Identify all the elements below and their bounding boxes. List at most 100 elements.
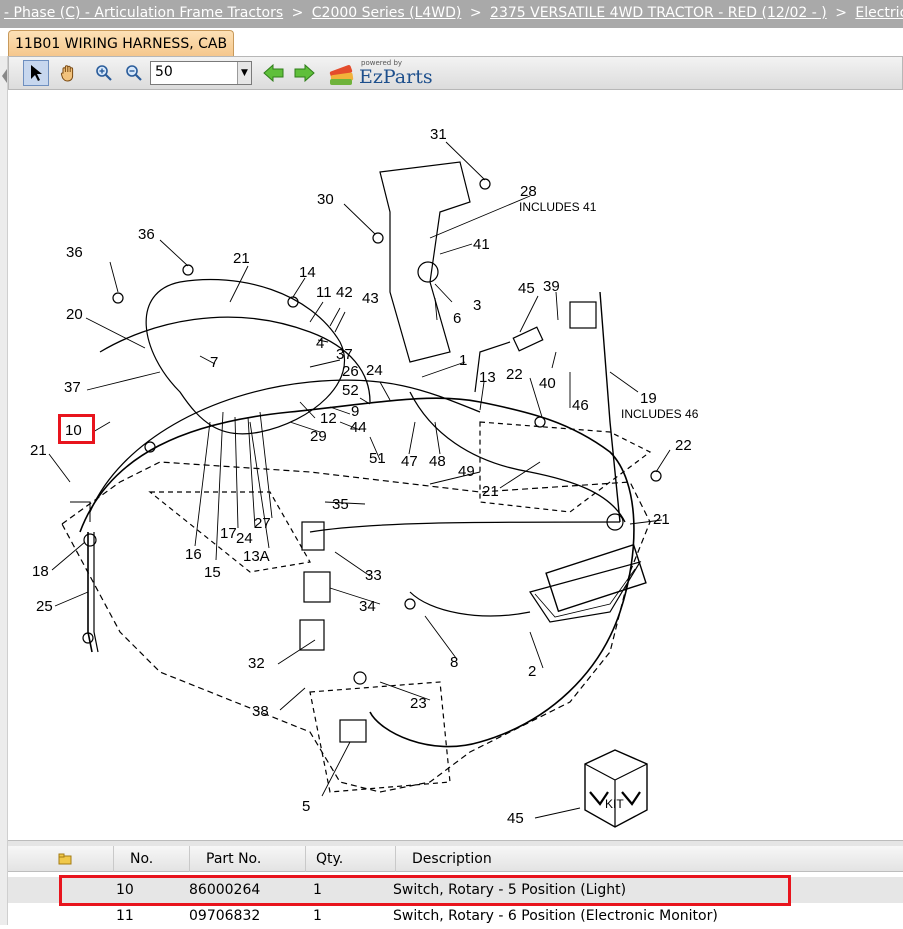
callout-51[interactable]: 51 xyxy=(369,450,386,467)
callout-21-right[interactable]: 21 xyxy=(653,511,670,528)
callout-note-includes-46: INCLUDES 46 xyxy=(621,407,699,421)
column-header-part-no[interactable]: Part No. xyxy=(190,846,306,872)
callout-15[interactable]: 15 xyxy=(204,564,221,581)
callout-30[interactable]: 30 xyxy=(317,191,334,208)
callout-45-kit[interactable]: 45 xyxy=(507,810,524,827)
callout-40[interactable]: 40 xyxy=(539,375,556,392)
callout-39[interactable]: 39 xyxy=(543,278,560,295)
zoom-level-select[interactable]: 50 ▼ xyxy=(150,61,252,85)
callout-41[interactable]: 41 xyxy=(473,236,490,253)
callout-16[interactable]: 16 xyxy=(185,546,202,563)
zoom-out-button[interactable] xyxy=(121,60,147,86)
callout-21-left[interactable]: 21 xyxy=(30,442,47,459)
column-icon-header[interactable] xyxy=(8,846,114,872)
callout-8[interactable]: 8 xyxy=(450,654,458,671)
parts-table: No. Part No. Qty. Description 10 8600026… xyxy=(8,846,903,925)
callout-24-lower[interactable]: 24 xyxy=(236,530,253,547)
breadcrumb-item-model[interactable]: 2375 VERSATILE 4WD TRACTOR - RED (12/02 … xyxy=(490,5,827,21)
parts-diagram[interactable]: KIT 31 28 INCLUDES 41 30 41 36 36 3 21 1… xyxy=(10,92,903,840)
callout-22-right[interactable]: 22 xyxy=(675,437,692,454)
callout-34[interactable]: 34 xyxy=(359,598,376,615)
breadcrumb-item-series[interactable]: C2000 Series (L4WD) xyxy=(312,5,462,21)
callout-31[interactable]: 31 xyxy=(430,126,447,143)
callout-49[interactable]: 49 xyxy=(458,463,475,480)
pan-tool-button[interactable] xyxy=(55,60,81,86)
callout-14[interactable]: 14 xyxy=(299,264,316,281)
callout-17[interactable]: 17 xyxy=(220,525,237,542)
callout-48[interactable]: 48 xyxy=(429,453,446,470)
callout-26[interactable]: 26 xyxy=(342,363,359,380)
callout-18[interactable]: 18 xyxy=(32,563,49,580)
table-row[interactable]: 11 09706832 1 Switch, Rotary - 6 Positio… xyxy=(8,903,903,929)
callout-24[interactable]: 24 xyxy=(366,362,383,379)
callout-37[interactable]: 37 xyxy=(336,346,353,363)
ezparts-name: EzParts xyxy=(359,66,433,88)
callout-35[interactable]: 35 xyxy=(332,496,349,513)
folder-icon xyxy=(58,853,72,865)
parts-table-header: No. Part No. Qty. Description xyxy=(8,846,903,872)
column-header-description[interactable]: Description xyxy=(396,846,903,872)
callout-38[interactable]: 38 xyxy=(252,703,269,720)
callout-7[interactable]: 7 xyxy=(210,354,218,371)
pointer-tool-button[interactable] xyxy=(23,60,49,86)
forward-button[interactable] xyxy=(291,60,317,86)
callout-21-top[interactable]: 21 xyxy=(233,250,250,267)
column-header-no[interactable]: No. xyxy=(114,846,190,872)
tab-wiring-harness-cab[interactable]: 11B01 WIRING HARNESS, CAB xyxy=(8,30,235,56)
viewer-toolbar: 50 ▼ powered by EzParts xyxy=(8,56,903,90)
callout-46[interactable]: 46 xyxy=(572,397,589,414)
callout-32[interactable]: 32 xyxy=(248,655,265,672)
callout-37-left[interactable]: 37 xyxy=(64,379,81,396)
column-header-qty[interactable]: Qty. xyxy=(306,846,396,872)
callout-3[interactable]: 3 xyxy=(473,297,481,314)
callout-28[interactable]: 28 xyxy=(520,183,537,200)
back-arrow-icon xyxy=(263,64,284,82)
callout-19[interactable]: 19 xyxy=(640,390,657,407)
callout-5[interactable]: 5 xyxy=(302,798,310,815)
callout-2[interactable]: 2 xyxy=(528,663,536,680)
row-qty: 1 xyxy=(313,908,322,924)
hand-icon xyxy=(60,65,74,82)
row-highlight-box xyxy=(59,875,791,906)
callout-12[interactable]: 12 xyxy=(320,410,337,427)
callout-4[interactable]: 4 xyxy=(316,335,324,352)
callout-20[interactable]: 20 xyxy=(66,306,83,323)
callout-13a[interactable]: 13A xyxy=(243,548,270,565)
callout-44[interactable]: 44 xyxy=(350,419,367,436)
back-button[interactable] xyxy=(261,60,287,86)
callout-45[interactable]: 45 xyxy=(518,280,535,297)
callout-29[interactable]: 29 xyxy=(310,428,327,445)
callout-13[interactable]: 13 xyxy=(479,369,496,386)
callout-11[interactable]: 11 xyxy=(316,284,332,301)
pointer-icon xyxy=(31,65,42,81)
callout-21-mid[interactable]: 21 xyxy=(482,483,499,500)
zoom-in-icon xyxy=(96,65,112,81)
callout-52[interactable]: 52 xyxy=(342,382,359,399)
breadcrumb-separator: > xyxy=(291,5,304,21)
forward-arrow-icon xyxy=(294,64,315,82)
callout-1[interactable]: 1 xyxy=(459,352,467,369)
callout-9[interactable]: 9 xyxy=(351,403,359,420)
callout-43[interactable]: 43 xyxy=(362,290,379,307)
left-collapse-strip[interactable] xyxy=(0,56,8,925)
callout-36[interactable]: 36 xyxy=(66,244,83,261)
breadcrumb-item-phase[interactable]: - Phase (C) - Articulation Frame Tractor… xyxy=(4,5,283,21)
callout-note-includes-41: INCLUDES 41 xyxy=(519,200,597,214)
callout-47[interactable]: 47 xyxy=(401,453,418,470)
callout-27[interactable]: 27 xyxy=(254,515,271,532)
zoom-out-icon xyxy=(126,65,142,81)
breadcrumb-item-electrical[interactable]: Electrical - xyxy=(855,5,903,21)
zoom-level-value: 50 xyxy=(155,64,173,80)
zoom-in-button[interactable] xyxy=(91,60,117,86)
callout-6[interactable]: 6 xyxy=(453,310,461,327)
callout-42[interactable]: 42 xyxy=(336,284,353,301)
callout-23[interactable]: 23 xyxy=(410,695,427,712)
breadcrumb-separator: > xyxy=(469,5,482,21)
callout-22[interactable]: 22 xyxy=(506,366,523,383)
callout-33[interactable]: 33 xyxy=(365,567,382,584)
callout-25[interactable]: 25 xyxy=(36,598,53,615)
callout-36b[interactable]: 36 xyxy=(138,226,155,243)
row-no: 11 xyxy=(116,908,134,924)
row-part-no: 09706832 xyxy=(189,908,261,924)
chevron-down-icon: ▼ xyxy=(237,62,251,84)
